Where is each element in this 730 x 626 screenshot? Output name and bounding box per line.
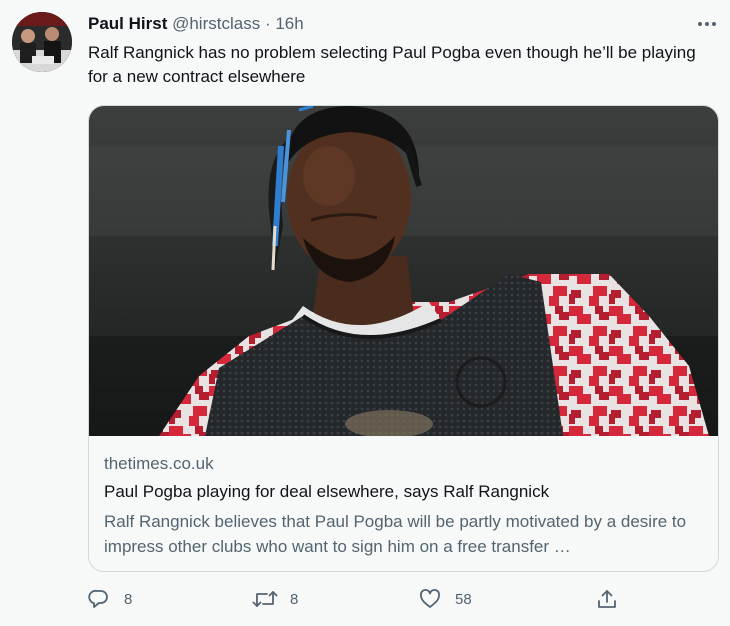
author-handle[interactable]: @hirstclass — [172, 14, 260, 33]
card-domain: thetimes.co.uk — [104, 454, 214, 473]
tweet[interactable]: Paul Hirst @hirstclass · 16h Ralf Rangni… — [0, 0, 730, 626]
card-image[interactable] — [89, 106, 718, 436]
more-horizontal-icon — [697, 14, 717, 32]
author-name[interactable]: Paul Hirst — [88, 14, 167, 33]
share-icon — [596, 588, 618, 610]
like-icon — [419, 588, 441, 610]
reply-icon — [88, 588, 110, 610]
tweet-timestamp[interactable]: 16h — [275, 14, 303, 33]
reply-button[interactable]: 8 — [88, 588, 132, 610]
tweet-text: Ralf Rangnick has no problem selecting P… — [88, 43, 696, 86]
retweet-count: 8 — [290, 590, 299, 608]
card-title[interactable]: Paul Pogba playing for deal elsewhere, s… — [104, 482, 704, 502]
tweet-header: Paul Hirst @hirstclass · 16h — [88, 13, 304, 35]
retweet-icon — [252, 588, 278, 610]
separator-dot: · — [264, 14, 271, 33]
reply-count: 8 — [124, 590, 133, 608]
card-description: Ralf Rangnick believes that Paul Pogba w… — [104, 512, 687, 556]
tweet-actions: 8 8 58 — [88, 588, 628, 614]
like-count: 58 — [455, 590, 472, 608]
avatar[interactable] — [12, 12, 72, 72]
share-button[interactable] — [596, 588, 618, 610]
like-button[interactable]: 58 — [419, 588, 472, 610]
retweet-button[interactable]: 8 — [252, 588, 298, 610]
link-card[interactable]: thetimes.co.uk Paul Pogba playing for de… — [88, 105, 719, 572]
more-options-button[interactable] — [692, 12, 722, 34]
